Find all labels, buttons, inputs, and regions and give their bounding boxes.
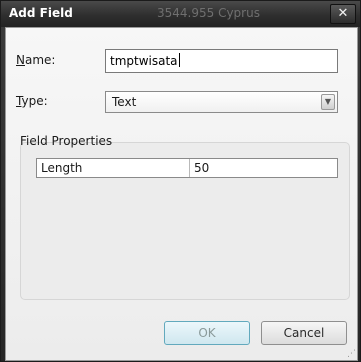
name-label-accesskey: N: [16, 53, 25, 67]
property-key: Length: [37, 159, 190, 177]
type-label-text: ype:: [21, 94, 48, 108]
close-icon: ✕: [337, 6, 349, 21]
background-window-text: 3544.955 Cyprus: [157, 6, 260, 20]
dialog-body: Name: tmptwisata Type: Text ▼ Field Prop…: [5, 27, 358, 361]
type-select-value: Text: [112, 95, 137, 109]
ok-button[interactable]: OK: [164, 321, 250, 345]
name-input[interactable]: tmptwisata: [105, 49, 338, 73]
dropdown-button[interactable]: ▼: [321, 94, 335, 110]
name-input-value: tmptwisata: [110, 54, 178, 68]
type-label: Type:: [16, 94, 48, 108]
add-field-dialog: Add Field 3544.955 Cyprus ✕ Name: tmptwi…: [0, 0, 361, 362]
text-caret: [178, 53, 180, 67]
field-properties-title: Field Properties: [20, 134, 113, 148]
resize-grip-icon[interactable]: ⋰: [346, 349, 356, 359]
property-value[interactable]: 50: [190, 159, 337, 177]
name-label: Name:: [16, 53, 55, 67]
property-row[interactable]: Length 50: [36, 158, 338, 178]
dialog-title: Add Field: [9, 6, 73, 20]
type-select[interactable]: Text ▼: [105, 91, 338, 113]
name-label-text: ame:: [24, 53, 56, 67]
close-button[interactable]: ✕: [330, 4, 356, 24]
chevron-down-icon: ▼: [324, 97, 332, 106]
cancel-button[interactable]: Cancel: [261, 321, 347, 345]
title-bar[interactable]: Add Field 3544.955 Cyprus ✕: [1, 1, 360, 27]
